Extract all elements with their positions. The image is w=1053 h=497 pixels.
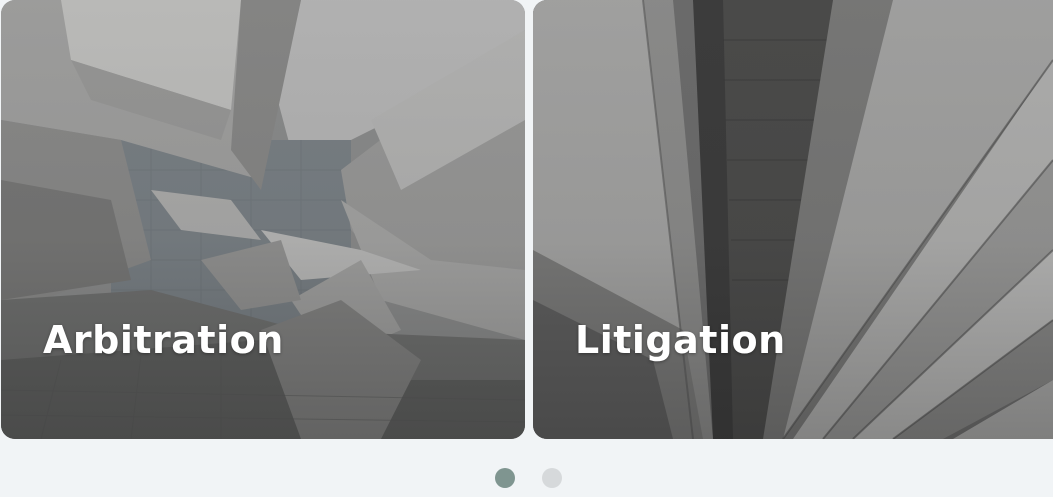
image-carousel: Arbitration Litigation [0, 0, 1053, 497]
card-title: Arbitration [43, 318, 284, 362]
image-overlay [533, 0, 1053, 439]
card-litigation[interactable]: Litigation [533, 0, 1053, 439]
carousel-pagination [0, 468, 1053, 490]
pagination-dot-2[interactable] [542, 468, 562, 488]
image-overlay [1, 0, 525, 439]
card-arbitration[interactable]: Arbitration [1, 0, 525, 439]
card-title: Litigation [575, 318, 786, 362]
pagination-dot-1[interactable] [495, 468, 515, 488]
